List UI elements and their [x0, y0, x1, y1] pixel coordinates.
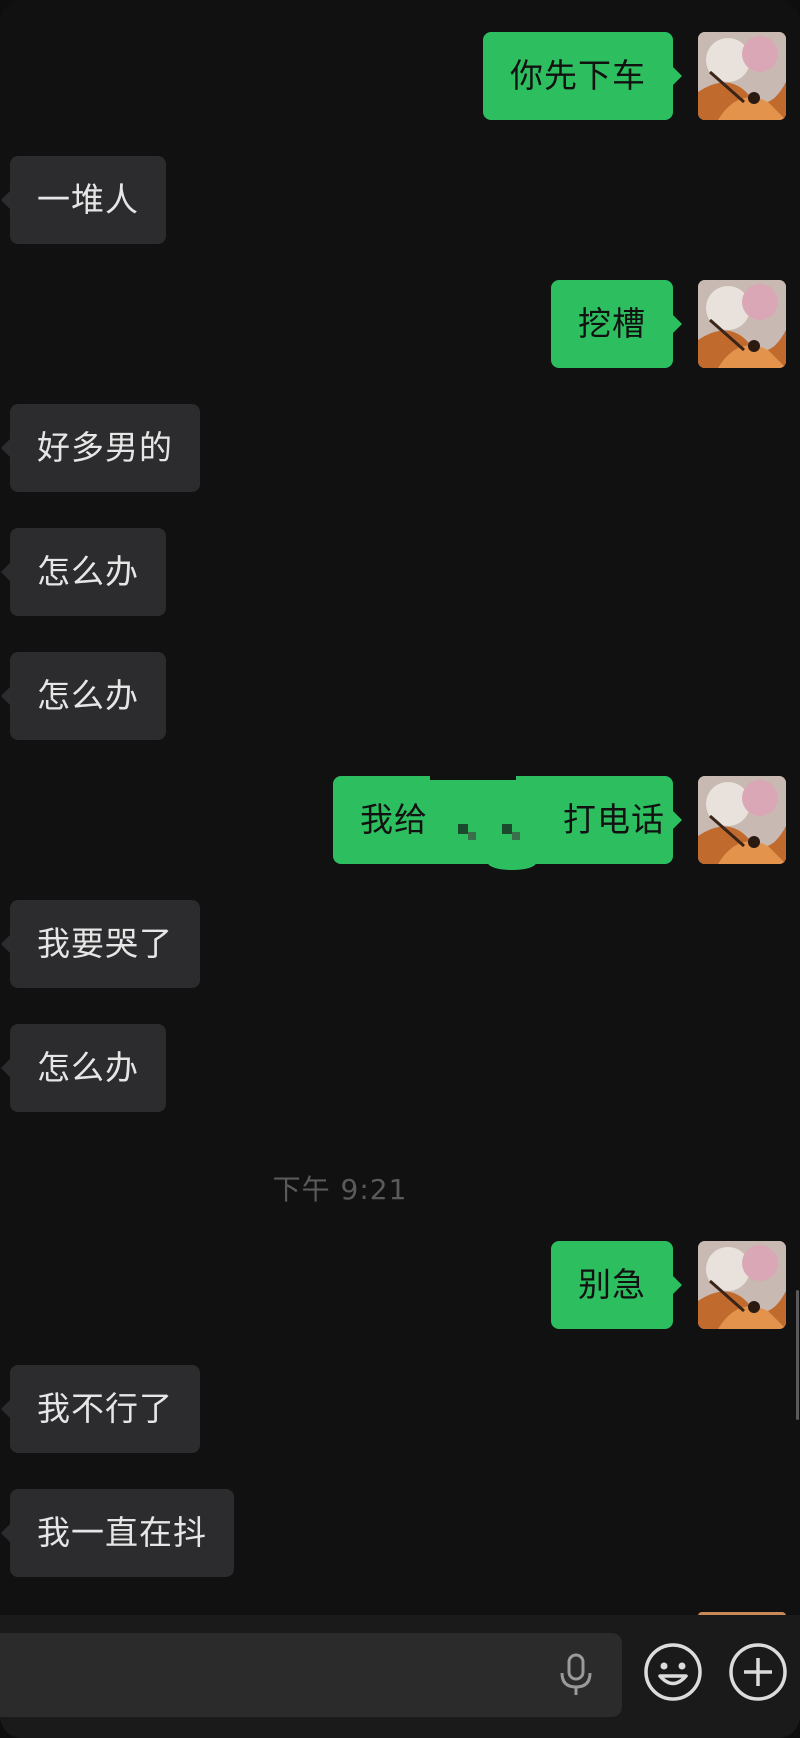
message-text-before: 我给: [360, 800, 428, 839]
input-bar: [0, 1615, 800, 1738]
redacted-name-blur: [440, 802, 552, 842]
message-text-after: 打电话: [563, 800, 665, 839]
incoming-bubble[interactable]: 怎么办: [1, 528, 166, 616]
incoming-bubble[interactable]: 怎么办: [1, 652, 166, 740]
message-row: 我给 打电话: [0, 770, 800, 870]
chat-screen: 你先下车 一堆人 挖槽 好多男的 怎么办 怎么办 我给 打电话 我要哭了 怎么办…: [0, 0, 800, 1738]
message-input[interactable]: [0, 1633, 622, 1717]
message-row: 你先下车: [0, 32, 800, 120]
incoming-bubble[interactable]: 我要哭了: [1, 900, 200, 988]
outgoing-bubble[interactable]: 挖槽: [551, 280, 682, 368]
message-row: 我一直在抖: [0, 1489, 800, 1577]
my-avatar[interactable]: [698, 1241, 786, 1329]
message-timestamp: 下午 9:21: [272, 1173, 408, 1206]
incoming-bubble[interactable]: 好多男的: [1, 404, 200, 492]
message-row: 我要哭了: [0, 900, 800, 988]
scrollbar[interactable]: [796, 1290, 799, 1420]
plus-icon[interactable]: [727, 1641, 789, 1703]
outgoing-bubble[interactable]: 你先下车: [483, 32, 682, 120]
message-row: 别急: [0, 1241, 800, 1329]
emoji-icon[interactable]: [642, 1641, 704, 1703]
my-avatar[interactable]: [698, 280, 786, 368]
redaction-shape-bottom: [488, 856, 536, 870]
redaction-shape-top: [430, 770, 516, 780]
message-row: 怎么办: [0, 528, 800, 616]
message-row: 挖槽: [0, 280, 800, 368]
message-list[interactable]: 你先下车 一堆人 挖槽 好多男的 怎么办 怎么办 我给 打电话 我要哭了 怎么办…: [0, 0, 800, 1615]
mic-icon[interactable]: [556, 1653, 596, 1697]
incoming-bubble[interactable]: 一堆人: [1, 156, 166, 244]
outgoing-bubble[interactable]: 我给 打电话: [333, 776, 682, 864]
message-row: 怎么办: [0, 1024, 800, 1112]
incoming-bubble[interactable]: 我一直在抖: [1, 1489, 234, 1577]
outgoing-bubble[interactable]: 别急: [551, 1241, 682, 1329]
message-row: 好多男的: [0, 404, 800, 492]
my-avatar[interactable]: [698, 776, 786, 864]
message-row: 怎么办: [0, 652, 800, 740]
incoming-bubble[interactable]: 怎么办: [1, 1024, 166, 1112]
message-row: 一堆人: [0, 156, 800, 244]
incoming-bubble[interactable]: 我不行了: [1, 1365, 200, 1453]
my-avatar[interactable]: [698, 32, 786, 120]
message-row: 我不行了: [0, 1365, 800, 1453]
